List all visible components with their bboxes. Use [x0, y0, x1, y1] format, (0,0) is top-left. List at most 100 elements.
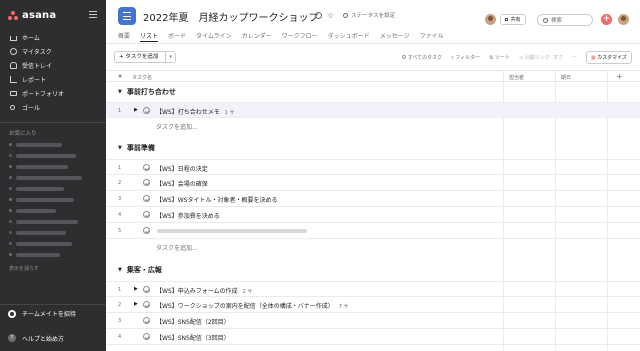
table-row[interactable]: 1 【WS】日程の決定 [106, 159, 640, 175]
tab-overview[interactable]: 概要 [118, 31, 130, 42]
favorite-item[interactable] [0, 227, 106, 238]
quick-add-button[interactable]: + [601, 14, 612, 25]
table-row[interactable]: 2 【WS】会場の確保 [106, 175, 640, 191]
favorite-item[interactable] [0, 249, 106, 260]
subtask-count[interactable]: 1 サ [225, 110, 235, 116]
complete-checkbox-icon[interactable] [143, 195, 150, 202]
chevron-down-icon[interactable]: ▼ [118, 267, 122, 273]
favorite-item[interactable] [0, 161, 106, 172]
public-link-button[interactable]: ∞ 公開リンク: オフ [519, 54, 563, 61]
section-header[interactable]: ▼ 事前準備 [118, 143, 155, 153]
complete-checkbox-icon[interactable] [143, 317, 150, 324]
complete-checkbox-icon[interactable] [143, 286, 150, 293]
favorite-item[interactable] [0, 205, 106, 216]
task-name[interactable]: 【WS】打ち合わせメモ 1 サ [156, 107, 235, 116]
table-row[interactable]: 4 【WS】参加費を決める [106, 207, 640, 223]
table-row[interactable]: 4 【WS】SNS配信（3回目） [106, 329, 640, 345]
sidebar-item-label: レポート [22, 76, 47, 84]
tab-timeline[interactable]: タイムライン [196, 31, 232, 42]
collapse-favorites-link[interactable]: 表示を減らす [0, 265, 106, 272]
column-due-date[interactable]: 期日 [561, 74, 571, 81]
sidebar-item-goals[interactable]: ゴール [0, 100, 106, 114]
chevron-down-icon[interactable]: ▾ [166, 54, 175, 60]
all-tasks-filter[interactable]: すべてのタスク [401, 54, 442, 61]
favorite-item[interactable] [0, 139, 106, 150]
table-row[interactable]: 5 [106, 223, 640, 239]
add-task-link[interactable]: タスクを追加... [156, 243, 198, 252]
chevron-down-icon[interactable]: ▼ [118, 89, 122, 95]
help-button[interactable]: ? ヘルプと始め方 [0, 330, 106, 346]
project-menu-chevron-icon[interactable] [315, 11, 322, 19]
favorite-item[interactable] [0, 172, 106, 183]
task-name[interactable]: 【WS】日程の決定 [156, 164, 208, 173]
project-list-icon[interactable] [118, 7, 136, 25]
table-row[interactable]: 1 ▶ 【WS】申込みフォームの作成 2 サ [106, 281, 640, 297]
complete-checkbox-icon[interactable] [143, 333, 150, 340]
complete-checkbox-icon[interactable] [143, 211, 150, 218]
complete-checkbox-icon[interactable] [143, 179, 150, 186]
favorite-item[interactable] [0, 238, 106, 249]
blurred-task-name[interactable] [157, 229, 307, 233]
expand-subtasks-icon[interactable]: ▶ [134, 286, 138, 292]
sort-button[interactable]: ⇅ ソート [489, 54, 510, 61]
task-name[interactable]: 【WS】申込みフォームの作成 2 サ [156, 286, 252, 295]
table-row[interactable]: 3 【WS】WSタイトル・対象者・概要を決める [106, 191, 640, 207]
sidebar-item-home[interactable]: ホーム [0, 30, 106, 44]
sidebar-item-my-tasks[interactable]: マイタスク [0, 44, 106, 58]
favorite-item[interactable] [0, 194, 106, 205]
section-header[interactable]: ▼ 集客・広報 [118, 265, 162, 275]
favorite-item[interactable] [0, 150, 106, 161]
complete-checkbox-icon[interactable] [143, 107, 150, 114]
tab-messages[interactable]: メッセージ [380, 31, 410, 42]
task-name[interactable]: 【WS】参加費を決める [156, 211, 220, 220]
tab-list[interactable]: リスト [140, 31, 159, 42]
row-number: 1 [118, 287, 122, 293]
tab-workflow[interactable]: ワークフロー [282, 31, 318, 42]
search-placeholder: 検索 [551, 18, 563, 24]
filter-button[interactable]: ▿ フィルター [451, 54, 480, 61]
subtask-count[interactable]: 2 サ [243, 289, 253, 295]
add-task-link[interactable]: タスクを追加... [156, 122, 198, 131]
tab-calendar[interactable]: カレンダー [242, 31, 272, 42]
chevron-down-icon[interactable]: ▼ [118, 145, 122, 151]
column-task-name[interactable]: タスク名 [132, 74, 152, 81]
set-status-button[interactable]: ステータスを設定 [343, 11, 395, 19]
star-icon[interactable]: ☆ [327, 11, 334, 19]
more-options-button[interactable]: ··· [572, 54, 577, 60]
subtask-count[interactable]: 7 サ [339, 304, 349, 310]
task-name[interactable]: 【WS】WSタイトル・対象者・概要を決める [156, 195, 277, 204]
add-task-button[interactable]: + タスクを追加 ▾ [114, 51, 176, 63]
table-row[interactable]: 2 ▶ 【WS】ワークショップの案内を配信（全体の構成・バナー作成） 7 サ [106, 297, 640, 313]
hamburger-menu-icon[interactable] [89, 11, 97, 18]
favorite-item[interactable] [0, 216, 106, 227]
search-input[interactable]: 検索 [537, 14, 593, 26]
expand-subtasks-icon[interactable]: ▶ [134, 301, 138, 307]
task-name[interactable]: 【WS】ワークショップの案内を配信（全体の構成・バナー作成） 7 サ [156, 301, 349, 310]
complete-checkbox-icon[interactable] [143, 227, 150, 234]
row-number: 2 [118, 302, 122, 308]
customize-button[interactable]: ▦ カスタマイズ [585, 50, 632, 64]
invite-teammates-button[interactable]: チームメイトを招待 [0, 304, 106, 322]
task-name[interactable]: 【WS】会場の確保 [156, 179, 208, 188]
column-assignee[interactable]: 担当者 [509, 74, 524, 81]
tab-board[interactable]: ボード [168, 31, 186, 42]
expand-subtasks-icon[interactable]: ▶ [134, 107, 138, 113]
table-row[interactable]: 1 ▶ 【WS】打ち合わせメモ 1 サ [106, 102, 640, 118]
task-name[interactable]: 【WS】SNS配信（2回目） [156, 317, 230, 326]
sidebar-item-inbox[interactable]: 受信トレイ [0, 58, 106, 72]
share-button[interactable]: 共有 [500, 14, 526, 25]
project-title[interactable]: 2022年夏 月経カップワークショップ [143, 9, 318, 24]
user-avatar[interactable] [618, 14, 629, 25]
add-column-button[interactable]: + [616, 72, 623, 81]
table-row[interactable]: 3 【WS】SNS配信（2回目） [106, 313, 640, 329]
favorite-item[interactable] [0, 183, 106, 194]
complete-checkbox-icon[interactable] [143, 301, 150, 308]
sidebar-item-reports[interactable]: レポート [0, 72, 106, 86]
sidebar-item-portfolios[interactable]: ポートフォリオ [0, 86, 106, 100]
section-header[interactable]: ▼ 事前打ち合わせ [118, 87, 176, 97]
tab-files[interactable]: ファイル [420, 31, 444, 42]
complete-checkbox-icon[interactable] [143, 164, 150, 171]
avatar[interactable] [485, 14, 496, 25]
tab-dashboard[interactable]: ダッシュボード [328, 31, 370, 42]
task-name[interactable]: 【WS】SNS配信（3回目） [156, 333, 230, 342]
